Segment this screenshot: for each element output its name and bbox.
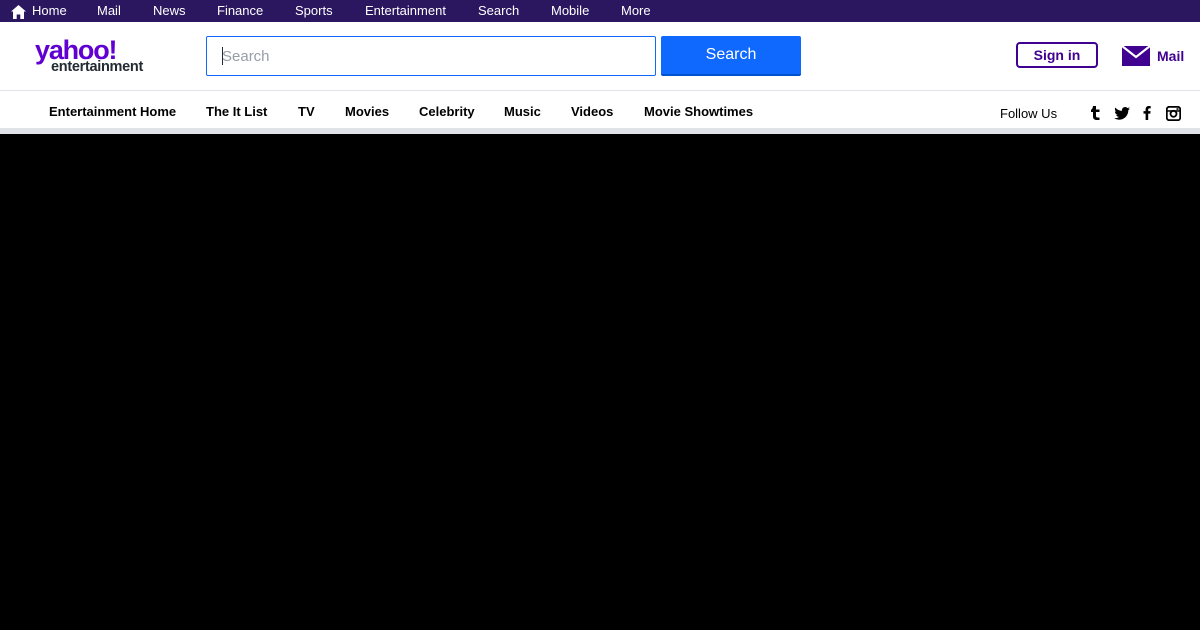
site-header: yahoo! entertainment Search Sign in Mail xyxy=(0,22,1200,91)
entertainment-subnav: Entertainment Home The It List TV Movies… xyxy=(0,91,1200,134)
topbar-sports-link[interactable]: Sports xyxy=(295,0,333,22)
envelope-icon xyxy=(1121,45,1151,66)
subnav-movie-showtimes[interactable]: Movie Showtimes xyxy=(644,104,753,119)
search-input[interactable] xyxy=(206,36,656,76)
facebook-icon[interactable] xyxy=(1138,104,1156,122)
subnav-videos[interactable]: Videos xyxy=(571,104,613,119)
topbar-more-link[interactable]: More xyxy=(621,0,651,22)
topbar-entertainment-link[interactable]: Entertainment xyxy=(365,0,446,22)
follow-us-label: Follow Us xyxy=(1000,106,1058,121)
subnav-entertainment-home[interactable]: Entertainment Home xyxy=(49,104,176,119)
subnav-the-it-list[interactable]: The It List xyxy=(206,104,267,119)
sign-in-button[interactable]: Sign in xyxy=(1016,42,1098,68)
universal-nav-bar: Home Mail News Finance Sports Entertainm… xyxy=(0,0,1200,22)
topbar-mail-link[interactable]: Mail xyxy=(97,0,121,22)
mail-link[interactable]: Mail xyxy=(1121,44,1185,68)
logo-section-text: entertainment xyxy=(51,59,143,75)
topbar-mobile-link[interactable]: Mobile xyxy=(551,0,589,22)
topbar-news-link[interactable]: News xyxy=(153,0,186,22)
video-player-area[interactable] xyxy=(0,134,1200,630)
mail-label: Mail xyxy=(1157,48,1185,64)
subnav-tv[interactable]: TV xyxy=(298,104,315,119)
text-cursor xyxy=(222,47,223,65)
twitter-icon[interactable] xyxy=(1113,104,1131,122)
topbar-search-link[interactable]: Search xyxy=(478,0,519,22)
tumblr-icon[interactable] xyxy=(1087,104,1105,122)
subnav-celebrity[interactable]: Celebrity xyxy=(419,104,475,119)
search-button[interactable]: Search xyxy=(661,36,801,76)
home-icon xyxy=(11,4,26,19)
yahoo-entertainment-logo[interactable]: yahoo! entertainment xyxy=(35,36,155,78)
instagram-icon[interactable] xyxy=(1164,104,1182,122)
topbar-home-link[interactable]: Home xyxy=(11,0,67,22)
subnav-movies[interactable]: Movies xyxy=(345,104,389,119)
topbar-finance-link[interactable]: Finance xyxy=(217,0,263,22)
topbar-home-label: Home xyxy=(32,3,67,18)
subnav-music[interactable]: Music xyxy=(504,104,541,119)
